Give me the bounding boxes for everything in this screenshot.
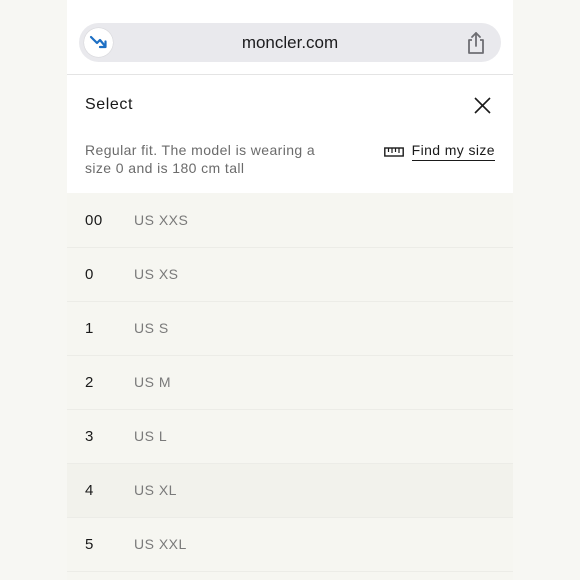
- find-my-size-label: Find my size: [411, 142, 495, 161]
- us-size: US L: [134, 428, 168, 444]
- url-text: moncler.com: [241, 33, 339, 52]
- ruler-icon: [383, 145, 404, 157]
- us-size: US M: [134, 374, 171, 390]
- size-code: 00: [85, 212, 103, 229]
- size-code: 2: [85, 374, 94, 391]
- us-size: US XXL: [134, 536, 187, 552]
- us-size: US S: [134, 320, 169, 336]
- url-field[interactable]: moncler.com: [79, 23, 501, 62]
- size-option[interactable]: 3 US L: [67, 410, 513, 464]
- us-size: US XS: [134, 266, 179, 282]
- fit-note: Regular fit. The model is wearing a size…: [85, 142, 316, 176]
- size-option[interactable]: 2 US M: [67, 356, 513, 410]
- find-my-size-link[interactable]: Find my size: [383, 141, 495, 161]
- phone-screen: moncler.com Select Regular fit. The mode…: [67, 0, 513, 580]
- size-code: 3: [85, 428, 94, 445]
- size-option[interactable]: 0 US XS: [67, 248, 513, 302]
- us-size: US XL: [134, 482, 177, 498]
- size-code: 0: [85, 266, 94, 283]
- close-icon[interactable]: [474, 97, 491, 114]
- size-code: 5: [85, 536, 94, 553]
- size-option[interactable]: 5 US XXL: [67, 518, 513, 572]
- size-option[interactable]: 4 US XL: [67, 464, 513, 518]
- size-option[interactable]: 00 US XXS: [67, 194, 513, 248]
- size-code: 4: [85, 482, 94, 499]
- size-option[interactable]: 1 US S: [67, 302, 513, 356]
- size-select-sheet: Select Regular fit. The model is wearing…: [67, 75, 513, 193]
- size-code: 1: [85, 320, 94, 337]
- us-size: US XXS: [134, 212, 189, 228]
- size-list: 00 US XXS 0 US XS 1 US S 2 US M 3 US L 4…: [67, 194, 513, 572]
- browser-address-bar: moncler.com: [67, 0, 513, 75]
- sheet-title: Select: [85, 96, 134, 113]
- share-icon[interactable]: [465, 31, 487, 55]
